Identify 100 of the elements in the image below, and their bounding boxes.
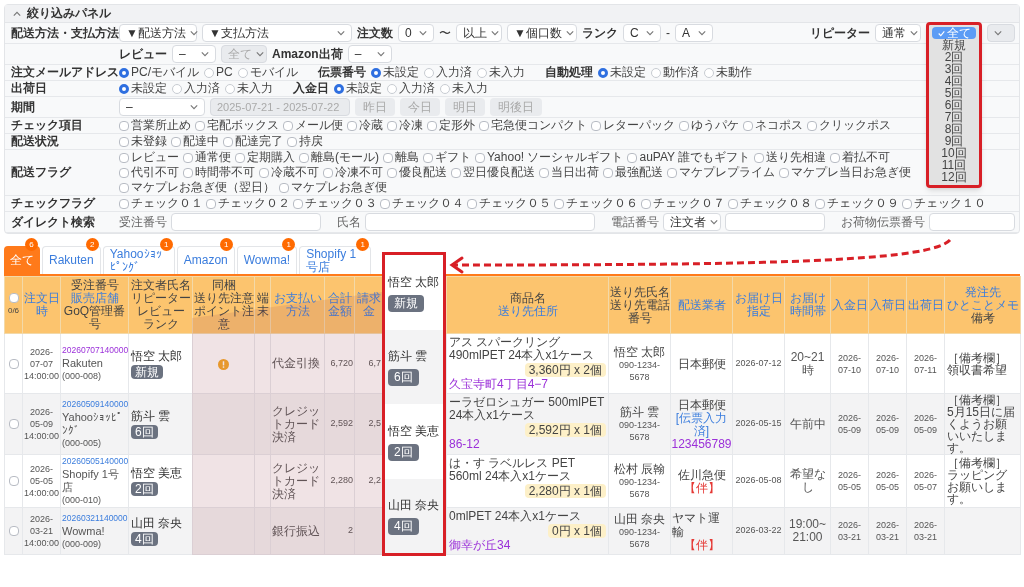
checkbox-option[interactable]: チェック０４ xyxy=(380,196,464,211)
address-link[interactable]: 御幸が丘34 xyxy=(449,539,606,552)
dropdown-select[interactable]: 0 xyxy=(398,24,434,42)
checkbox-option[interactable]: 送り先相違 xyxy=(754,150,827,165)
checkbox-option[interactable]: チェック０８ xyxy=(728,196,812,211)
store-tab[interactable]: Amazon xyxy=(176,246,235,274)
checkbox-option[interactable]: チェック０１ xyxy=(119,196,203,211)
dropdown-option[interactable]: 10回 xyxy=(932,147,976,159)
checkbox-option[interactable]: 翌日優良配送 xyxy=(451,165,535,180)
checkbox-option[interactable]: ゆうパケ xyxy=(679,118,739,133)
checkbox-option[interactable]: マケプレお急ぎ便（翌日） xyxy=(119,180,275,195)
store-tab[interactable]: Shopify 1号店 xyxy=(299,246,372,274)
carrier-link[interactable]: 123456789 xyxy=(671,437,732,451)
order-link[interactable]: 20260509140000 xyxy=(62,398,127,411)
checkbox-option[interactable]: チェック０７ xyxy=(641,196,725,211)
checkbox-option[interactable]: 着払不可 xyxy=(830,150,891,165)
checkbox-option[interactable]: 冷凍不可 xyxy=(323,165,383,180)
radio-option[interactable]: 未設定 xyxy=(334,81,382,96)
order-link[interactable]: 20260707140000 xyxy=(62,344,127,357)
dropdown-select[interactable]: – xyxy=(347,45,392,63)
carrier-link[interactable]: 【伴】 xyxy=(683,538,720,552)
checkbox-option[interactable]: 冷蔵 xyxy=(347,118,383,133)
checkbox-option[interactable]: 未登録 xyxy=(119,134,167,149)
dropdown-select[interactable]: C xyxy=(623,24,661,42)
order-link[interactable]: 20260321140000 xyxy=(62,511,127,525)
address-link[interactable]: 久宝寺町4丁目4−7 xyxy=(449,378,606,391)
checkbox-option[interactable]: マケプレプライム xyxy=(667,165,775,180)
store-tab[interactable]: Yahooｼｮｯﾋﾟﾝｸﾞ xyxy=(102,246,175,274)
checkbox-option[interactable]: レターパック xyxy=(591,118,675,133)
dropdown-select[interactable]: 通常 xyxy=(875,24,921,42)
radio-option[interactable]: 入力済 xyxy=(387,81,435,96)
radio-option[interactable]: PC/モバイル xyxy=(119,65,199,80)
checkbox-option[interactable]: 定形外 xyxy=(427,118,475,133)
checkbox-option[interactable]: 営業所止め xyxy=(119,118,191,133)
checkbox-option[interactable]: Yahoo! ソーシャルギフト xyxy=(475,150,624,165)
checkbox-option[interactable]: 代引不可 xyxy=(119,165,179,180)
checkbox-option[interactable]: 宅急便コンパクト xyxy=(479,118,587,133)
checkbox-option[interactable]: チェック０２ xyxy=(206,196,290,211)
checkbox-option[interactable]: 離島(モール) xyxy=(299,150,379,165)
checkbox-option[interactable]: マケプレ当日お急ぎ便 xyxy=(779,165,911,180)
dropdown-option[interactable]: 8回 xyxy=(932,123,976,135)
dropdown-option[interactable]: 7回 xyxy=(932,111,976,123)
checkbox-option[interactable]: メール便 xyxy=(283,118,343,133)
checkbox-option[interactable]: レビュー xyxy=(119,150,179,165)
radio-option[interactable]: 未入力 xyxy=(476,65,525,80)
dropdown-option[interactable]: 5回 xyxy=(932,87,976,99)
store-tab[interactable]: Wowma! xyxy=(236,246,298,274)
dropdown-option[interactable]: 11回 xyxy=(932,159,976,171)
dropdown-option[interactable]: 6回 xyxy=(932,99,976,111)
dropdown-select[interactable]: ▼支払方法 xyxy=(202,24,352,42)
dropdown-option[interactable]: 3回 xyxy=(932,63,976,75)
checkbox-option[interactable]: チェック０９ xyxy=(815,196,899,211)
panel-header[interactable]: 絞り込みパネル xyxy=(5,5,1019,23)
radio-option[interactable]: 未設定 xyxy=(370,65,419,80)
checkbox-option[interactable]: 持戻 xyxy=(287,134,323,149)
checkbox-option[interactable]: 冷凍 xyxy=(387,118,423,133)
radio-option[interactable]: 未動作 xyxy=(703,65,752,80)
checkbox-option[interactable]: チェック０６ xyxy=(554,196,638,211)
checkbox-option[interactable]: 優良配送 xyxy=(387,165,447,180)
checkbox-option[interactable]: 当日出荷 xyxy=(539,165,599,180)
dropdown-select[interactable]: ▼個口数 xyxy=(507,24,577,42)
checkbox-option[interactable]: クリックポス xyxy=(807,118,891,133)
radio-option[interactable]: モバイル xyxy=(237,65,298,80)
order-link[interactable]: 20260505140000 xyxy=(62,455,127,468)
radio-option[interactable]: 入力済 xyxy=(172,81,220,96)
checkbox-option[interactable]: auPAY 誰でもギフト xyxy=(627,150,751,165)
radio-option[interactable]: 未入力 xyxy=(440,81,488,96)
dropdown-select[interactable]: A xyxy=(675,24,713,42)
carrier-link[interactable]: 【伴】 xyxy=(683,481,720,495)
radio-option[interactable]: 未設定 xyxy=(119,81,167,96)
dropdown-select[interactable]: ▼配送方法 xyxy=(119,24,197,42)
address-link[interactable]: 86-12 xyxy=(449,438,606,451)
checkbox-option[interactable]: ネコポス xyxy=(743,118,803,133)
checkbox-option[interactable]: チェック１０ xyxy=(902,196,986,211)
store-tab[interactable]: Rakuten xyxy=(42,246,101,274)
dropdown-option[interactable]: 4回 xyxy=(932,75,976,87)
dropdown-option[interactable]: 12回 xyxy=(932,171,976,183)
checkbox-option[interactable]: ギフト xyxy=(423,150,471,165)
dropdown-option[interactable]: 新規 xyxy=(932,39,976,51)
dropdown-select[interactable]: – xyxy=(119,98,205,116)
checkbox-option[interactable]: 配達完了 xyxy=(223,134,283,149)
checkbox-option[interactable]: チェック０５ xyxy=(467,196,551,211)
dropdown-option[interactable]: 9回 xyxy=(932,135,976,147)
radio-option[interactable]: 入力済 xyxy=(423,65,472,80)
checkbox-option[interactable]: マケプレお急ぎ便 xyxy=(279,180,387,195)
checkbox-option[interactable]: 定期購入 xyxy=(235,150,295,165)
checkbox-option[interactable]: 配達中 xyxy=(171,134,219,149)
checkbox-option[interactable]: 時間帯不可 xyxy=(183,165,255,180)
checkbox-option[interactable]: 最強配送 xyxy=(603,165,663,180)
dropdown-select[interactable]: 注文者 xyxy=(663,213,721,231)
carrier-link[interactable]: [伝票入力済] xyxy=(672,411,731,438)
radio-option[interactable]: 動作済 xyxy=(650,65,699,80)
checkbox-option[interactable]: 冷蔵不可 xyxy=(259,165,319,180)
dropdown-select[interactable]: – xyxy=(172,45,216,63)
checkbox-option[interactable]: 通常便 xyxy=(183,150,231,165)
dropdown-select[interactable]: 以上 xyxy=(456,24,502,42)
radio-option[interactable]: PC xyxy=(204,65,233,80)
checkbox-option[interactable]: チェック０３ xyxy=(293,196,377,211)
checkbox-option[interactable]: 離島 xyxy=(383,150,419,165)
checkbox-option[interactable]: 宅配ボックス xyxy=(195,118,279,133)
